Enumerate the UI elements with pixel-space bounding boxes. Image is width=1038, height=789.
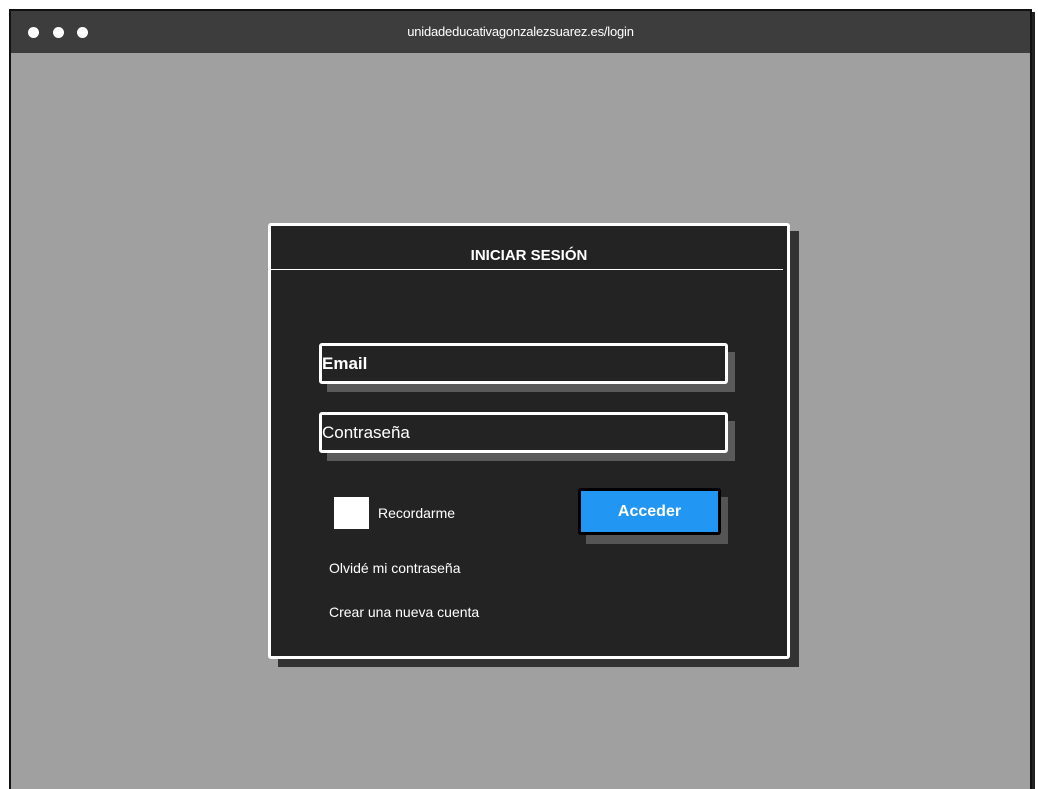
password-field[interactable] xyxy=(319,412,728,453)
address-bar-url[interactable]: unidadeducativagonzalezsuarez.es/login xyxy=(11,24,1030,39)
browser-window: unidadeducativagonzalezsuarez.es/login I… xyxy=(9,9,1032,789)
login-dialog: INICIAR SESIÓN Recordarme Acceder Olvidé… xyxy=(268,223,790,659)
remember-label: Recordarme xyxy=(378,505,456,521)
browser-titlebar: unidadeducativagonzalezsuarez.es/login xyxy=(11,11,1030,53)
submit-button[interactable]: Acceder xyxy=(578,488,721,535)
email-field[interactable] xyxy=(319,343,728,384)
remember-checkbox[interactable] xyxy=(334,497,369,529)
title-divider xyxy=(271,269,783,270)
create-account-link[interactable]: Crear una nueva cuenta xyxy=(329,604,479,620)
dialog-title: INICIAR SESIÓN xyxy=(470,247,588,264)
forgot-password-link[interactable]: Olvidé mi contraseña xyxy=(329,560,461,576)
